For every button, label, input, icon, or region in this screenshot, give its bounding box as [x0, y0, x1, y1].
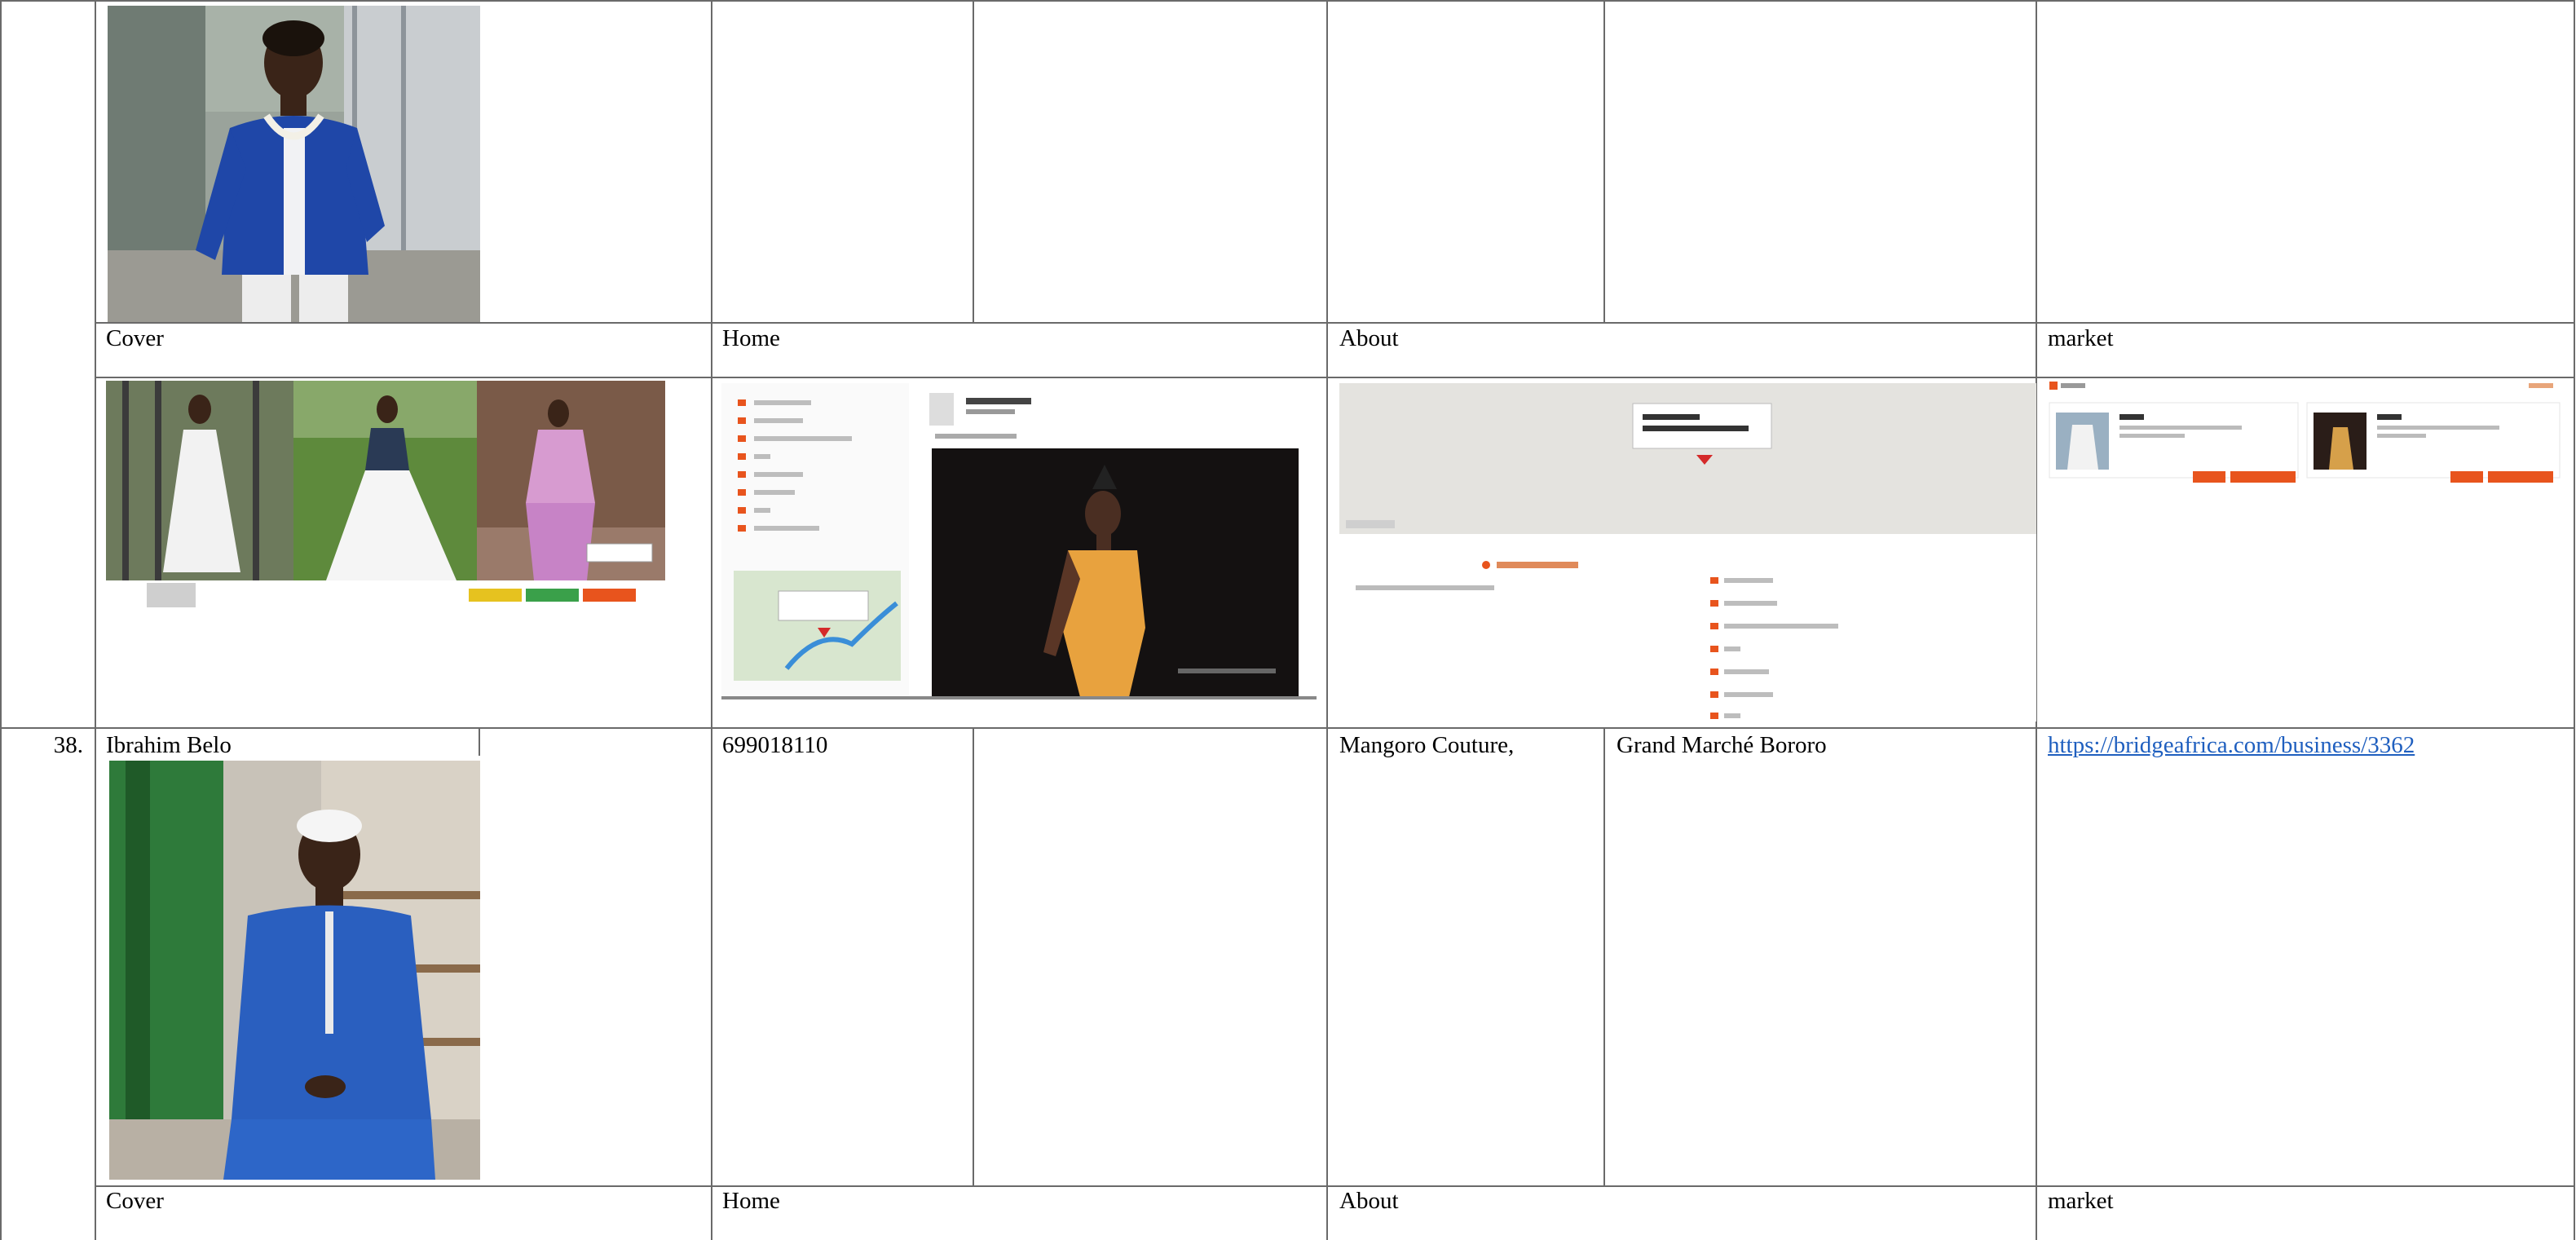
market-screenshot	[2048, 380, 2566, 502]
cover-label: Cover	[106, 325, 164, 351]
owner-photo	[109, 761, 480, 1180]
about-screenshot	[1339, 383, 2036, 721]
about-label: About	[1339, 325, 1399, 351]
man-portrait-image	[108, 6, 480, 322]
grid-line	[479, 728, 480, 756]
grid-line	[95, 1185, 2575, 1187]
owner-photo	[108, 6, 480, 322]
row-number: 38.	[53, 732, 83, 758]
grid-line	[0, 727, 2575, 729]
grid-line	[1603, 0, 1605, 323]
owner-name: Ibrahim Belo	[106, 732, 232, 758]
grid-line	[95, 377, 2575, 378]
grid-line	[973, 728, 974, 1186]
home-label: Home	[722, 1188, 780, 1214]
cover-screenshot	[106, 381, 665, 607]
grid-line	[95, 0, 96, 1240]
cover-label: Cover	[106, 1188, 164, 1214]
grid-line	[0, 0, 2, 1240]
grid-line	[2574, 0, 2575, 1240]
market-label: market	[2048, 325, 2114, 351]
man-portrait-image	[109, 761, 480, 1180]
business-location: Grand Marché Bororo	[1617, 732, 1827, 758]
grid-line	[1603, 728, 1605, 1186]
market-label: market	[2048, 1188, 2114, 1214]
business-link[interactable]: https://bridgeafrica.com/business/3362	[2048, 731, 2415, 759]
grid-line	[95, 322, 2575, 324]
grid-line	[0, 0, 2575, 2]
grid-line	[711, 0, 712, 1240]
home-label: Home	[722, 325, 780, 351]
business-name: Mangoro Couture,	[1339, 732, 1515, 758]
grid-line	[1326, 0, 1328, 1240]
home-screenshot	[721, 383, 1317, 699]
grid-line	[973, 0, 974, 323]
phone-number: 699018110	[722, 732, 828, 758]
about-label: About	[1339, 1188, 1399, 1214]
